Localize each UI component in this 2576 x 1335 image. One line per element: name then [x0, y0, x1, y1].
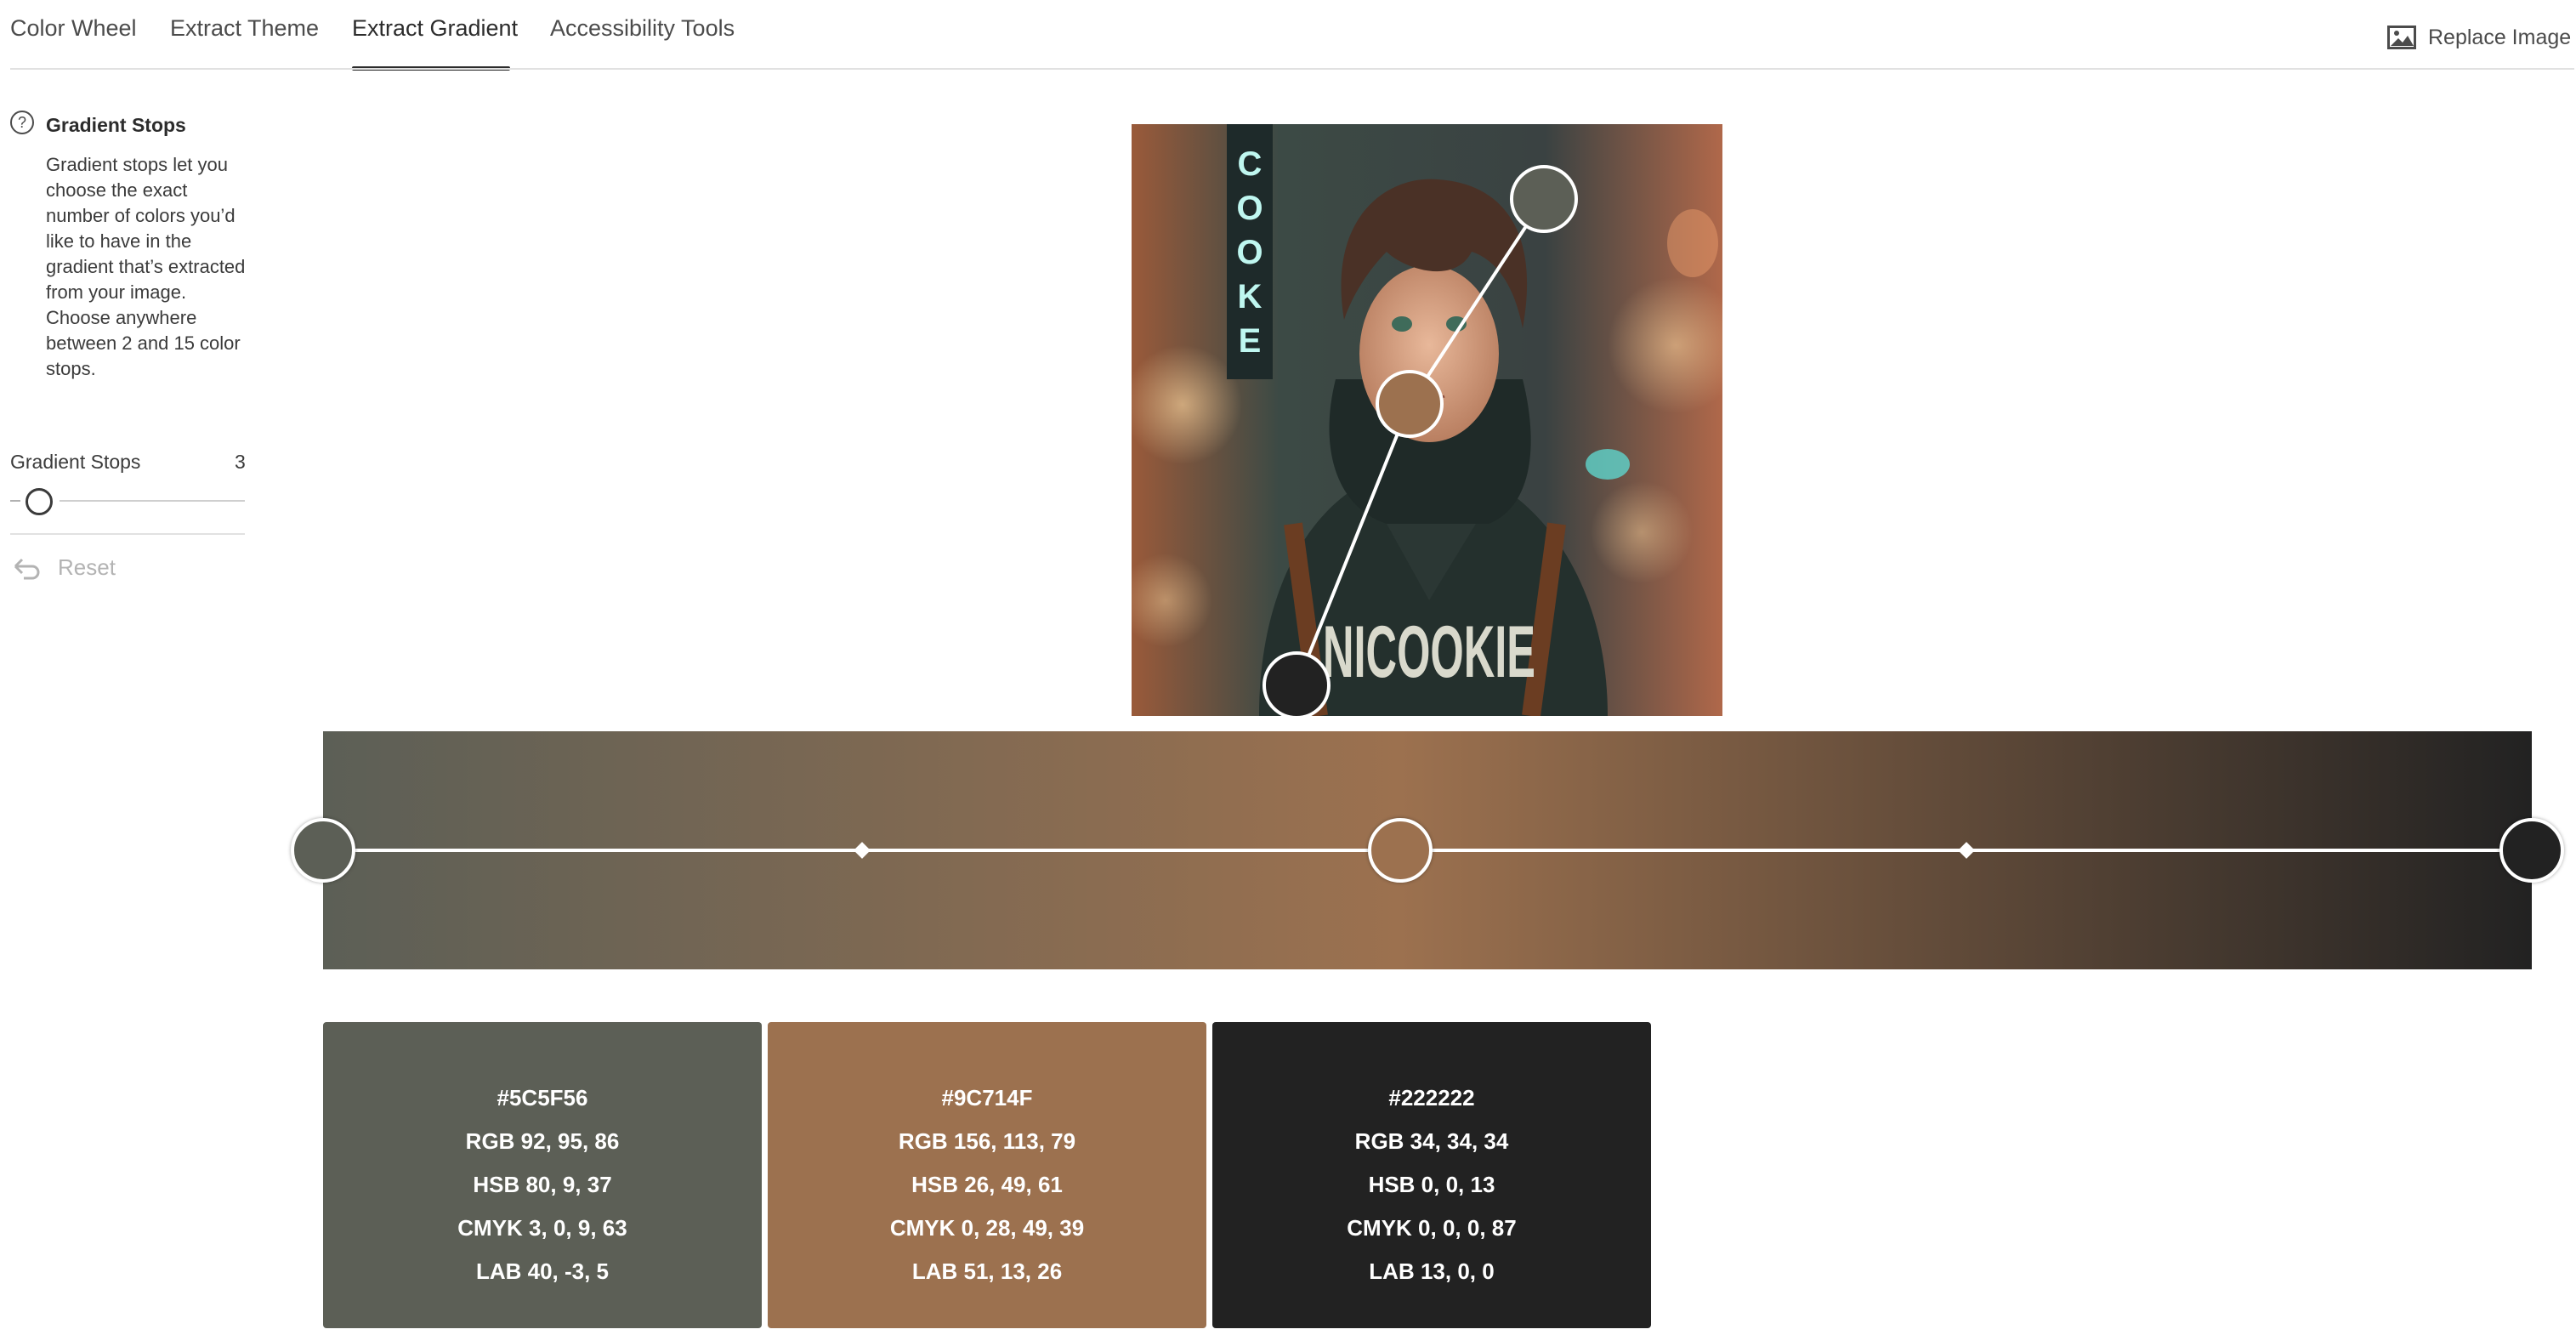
reset-button[interactable]: Reset	[12, 554, 116, 581]
svg-text:O: O	[1236, 190, 1262, 227]
reset-label: Reset	[58, 554, 116, 580]
tab-accessibility-tools[interactable]: Accessibility Tools	[550, 15, 735, 42]
swatch-rgb[interactable]: RGB 34, 34, 34	[1212, 1128, 1651, 1155]
svg-text:K: K	[1238, 278, 1262, 315]
color-swatch[interactable]: #9C714F RGB 156, 113, 79 HSB 26, 49, 61 …	[768, 1022, 1206, 1328]
slider-track-filled	[10, 500, 20, 502]
swatch-hsb[interactable]: HSB 0, 0, 13	[1212, 1172, 1651, 1198]
swatch-hsb[interactable]: HSB 80, 9, 37	[323, 1172, 762, 1198]
image-icon	[2387, 26, 2416, 49]
question-circle-icon[interactable]: ?	[10, 111, 34, 134]
gradient-stops-value: 3	[235, 451, 246, 473]
gradient-stops-slider-track[interactable]	[60, 500, 245, 502]
top-nav: Color Wheel Extract Theme Extract Gradie…	[0, 0, 2576, 71]
swatch-hex[interactable]: #5C5F56	[323, 1085, 762, 1111]
swatch-hsb[interactable]: HSB 26, 49, 61	[768, 1172, 1206, 1198]
color-picker-2[interactable]	[1376, 370, 1444, 438]
tab-extract-theme[interactable]: Extract Theme	[170, 15, 319, 42]
sidebar-divider	[10, 533, 245, 535]
swatch-rgb[interactable]: RGB 92, 95, 86	[323, 1128, 762, 1155]
swatch-hex[interactable]: #9C714F	[768, 1085, 1206, 1111]
gradient-midpoint-1[interactable]	[854, 842, 871, 859]
color-swatch[interactable]: #5C5F56 RGB 92, 95, 86 HSB 80, 9, 37 CMY…	[323, 1022, 762, 1328]
svg-text:O: O	[1236, 234, 1262, 271]
tab-extract-gradient[interactable]: Extract Gradient	[352, 15, 518, 42]
swatch-cmyk[interactable]: CMYK 0, 0, 0, 87	[1212, 1215, 1651, 1241]
help-text: Gradient stops let you choose the exact …	[46, 154, 246, 379]
replace-image-button[interactable]: Replace Image	[2387, 22, 2571, 53]
gradient-stops-slider-thumb[interactable]	[26, 488, 53, 515]
svg-text:C: C	[1238, 145, 1262, 183]
gradient-stops-label: Gradient Stops	[10, 451, 141, 473]
swatch-lab[interactable]: LAB 51, 13, 26	[768, 1258, 1206, 1285]
shirt-text: NICOOKIE	[1323, 611, 1535, 693]
gradient-preview[interactable]	[291, 731, 2564, 969]
help-title: Gradient Stops	[46, 114, 186, 136]
undo-icon	[14, 558, 40, 579]
gradient-stop-handle-1[interactable]	[291, 818, 355, 883]
source-image[interactable]: C O O K E NICOOKIE	[1132, 124, 1722, 716]
color-picker-1[interactable]	[1510, 165, 1578, 233]
tab-color-wheel[interactable]: Color Wheel	[10, 15, 137, 42]
color-picker-3[interactable]	[1262, 651, 1331, 716]
swatch-lab[interactable]: LAB 13, 0, 0	[1212, 1258, 1651, 1285]
gradient-stop-handle-3[interactable]	[2499, 818, 2564, 883]
swatch-hex[interactable]: #222222	[1212, 1085, 1651, 1111]
color-swatch[interactable]: #222222 RGB 34, 34, 34 HSB 0, 0, 13 CMYK…	[1212, 1022, 1651, 1328]
replace-image-label: Replace Image	[2428, 25, 2572, 49]
nav-divider	[10, 68, 2574, 70]
swatch-cmyk[interactable]: CMYK 3, 0, 9, 63	[323, 1215, 762, 1241]
swatch-lab[interactable]: LAB 40, -3, 5	[323, 1258, 762, 1285]
gradient-midpoint-2[interactable]	[1958, 842, 1975, 859]
swatch-cmyk[interactable]: CMYK 0, 28, 49, 39	[768, 1215, 1206, 1241]
swatch-rgb[interactable]: RGB 156, 113, 79	[768, 1128, 1206, 1155]
svg-text:E: E	[1239, 322, 1262, 360]
gradient-stop-handle-2[interactable]	[1367, 818, 1433, 883]
